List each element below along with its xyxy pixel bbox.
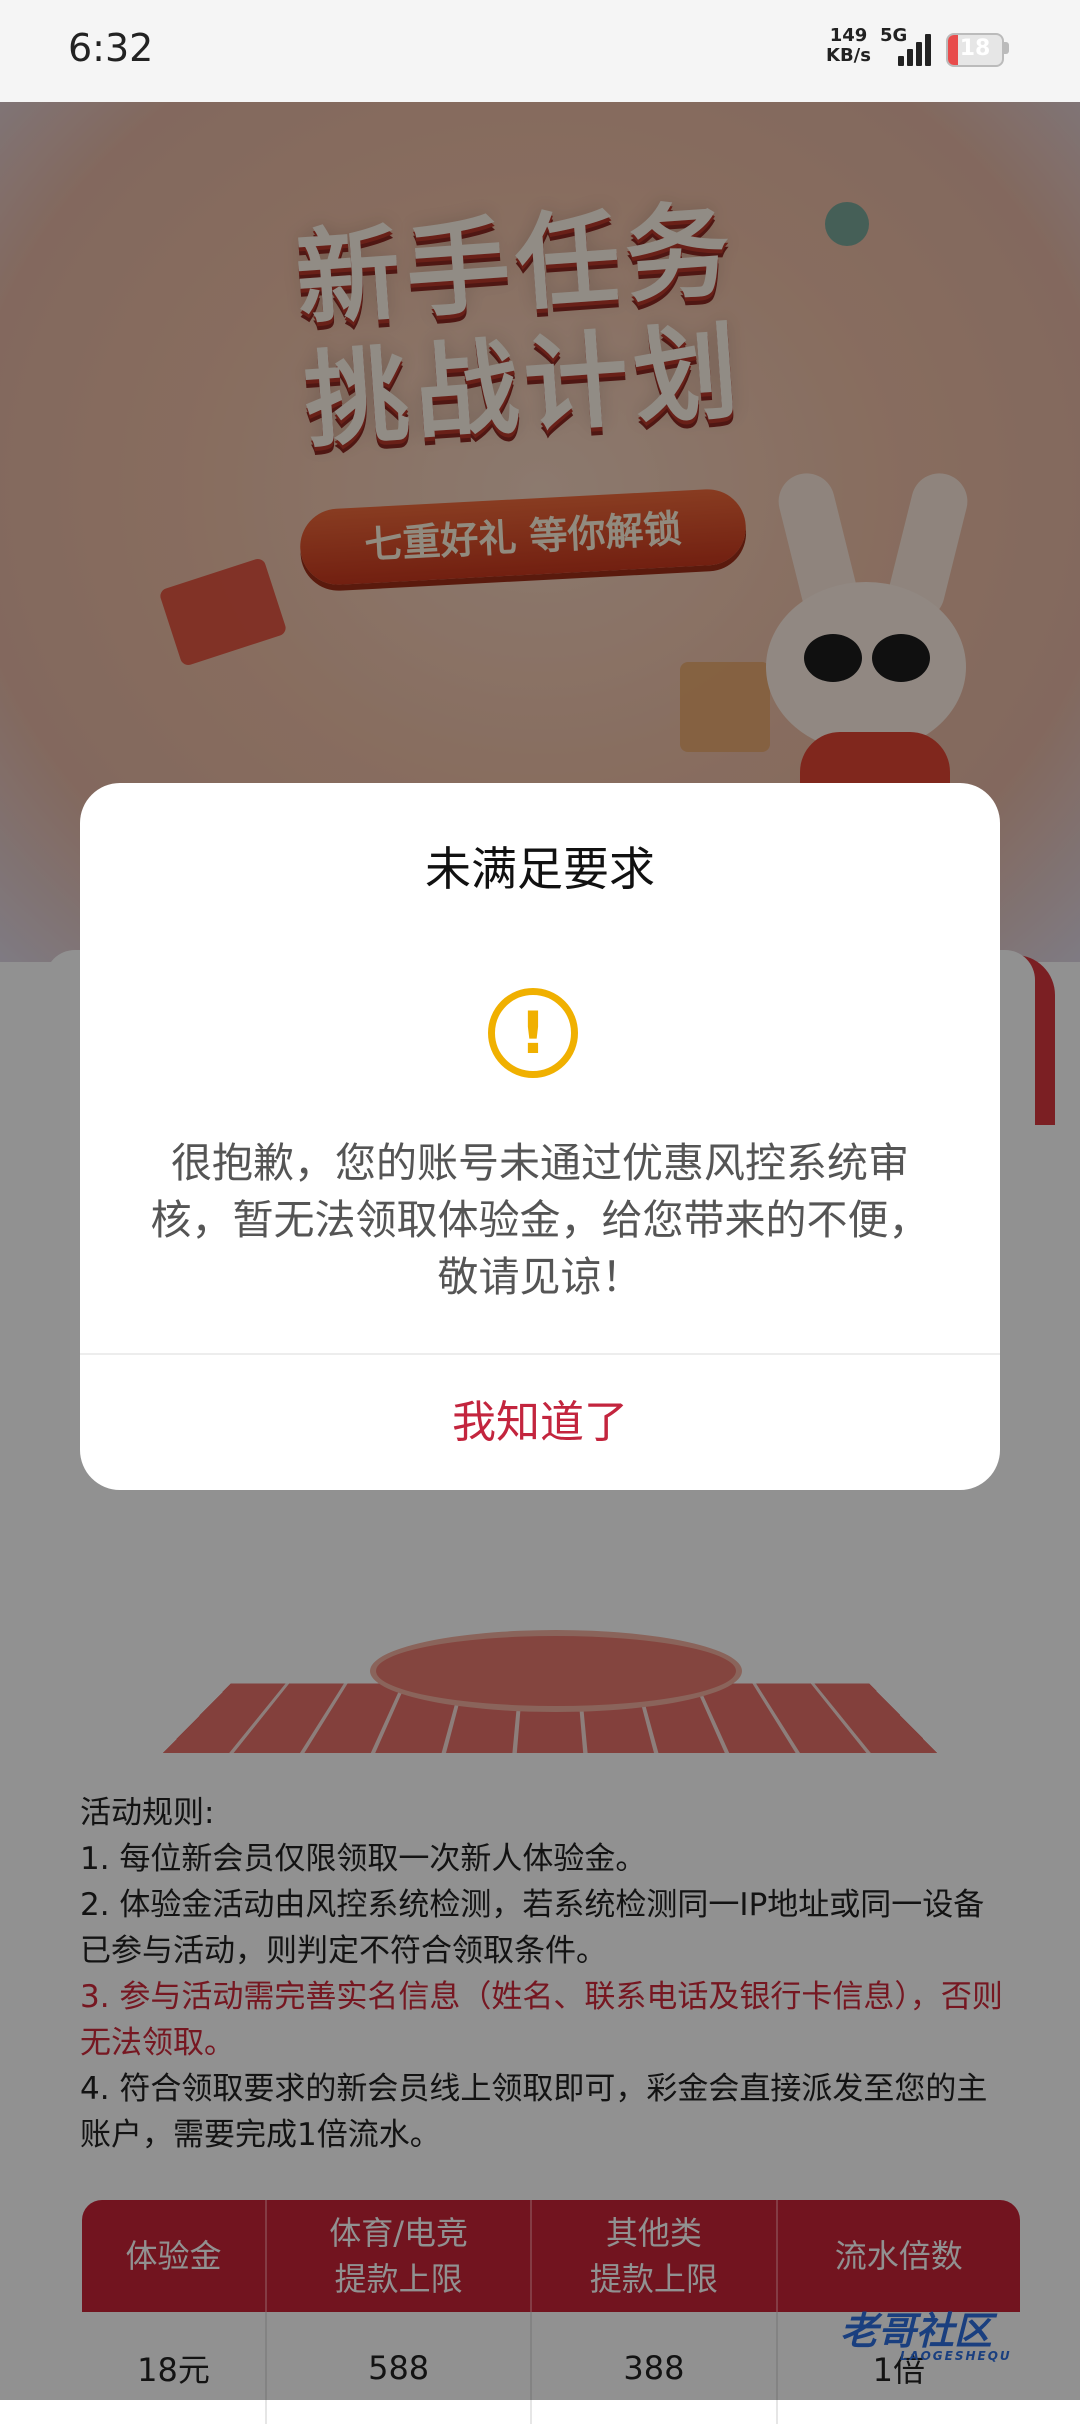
signal-bars-icon <box>898 34 934 66</box>
dialog-message: 很抱歉，您的账号未通过优惠风控系统审核，暂无法领取体验金，给您带来的不便，敬请见… <box>150 1139 930 1301</box>
dialog-title: 未满足要求 <box>425 842 655 896</box>
network-speed: 149 KB/s <box>826 26 871 66</box>
status-bar: 6:32 149 KB/s 5G 18 <box>0 0 1080 102</box>
confirm-button[interactable]: 我知道了 <box>80 1355 1000 1490</box>
network-speed-unit: KB/s <box>826 45 871 66</box>
network-speed-value: 149 <box>829 25 868 46</box>
warning-icon: ! <box>488 988 578 1078</box>
alert-dialog: 未满足要求 ! 很抱歉，您的账号未通过优惠风控系统审核，暂无法领取体验金，给您带… <box>80 783 1000 1490</box>
status-time: 6:32 <box>68 26 154 70</box>
battery-level: 18 <box>959 36 991 61</box>
battery-icon: 18 <box>946 33 1004 67</box>
